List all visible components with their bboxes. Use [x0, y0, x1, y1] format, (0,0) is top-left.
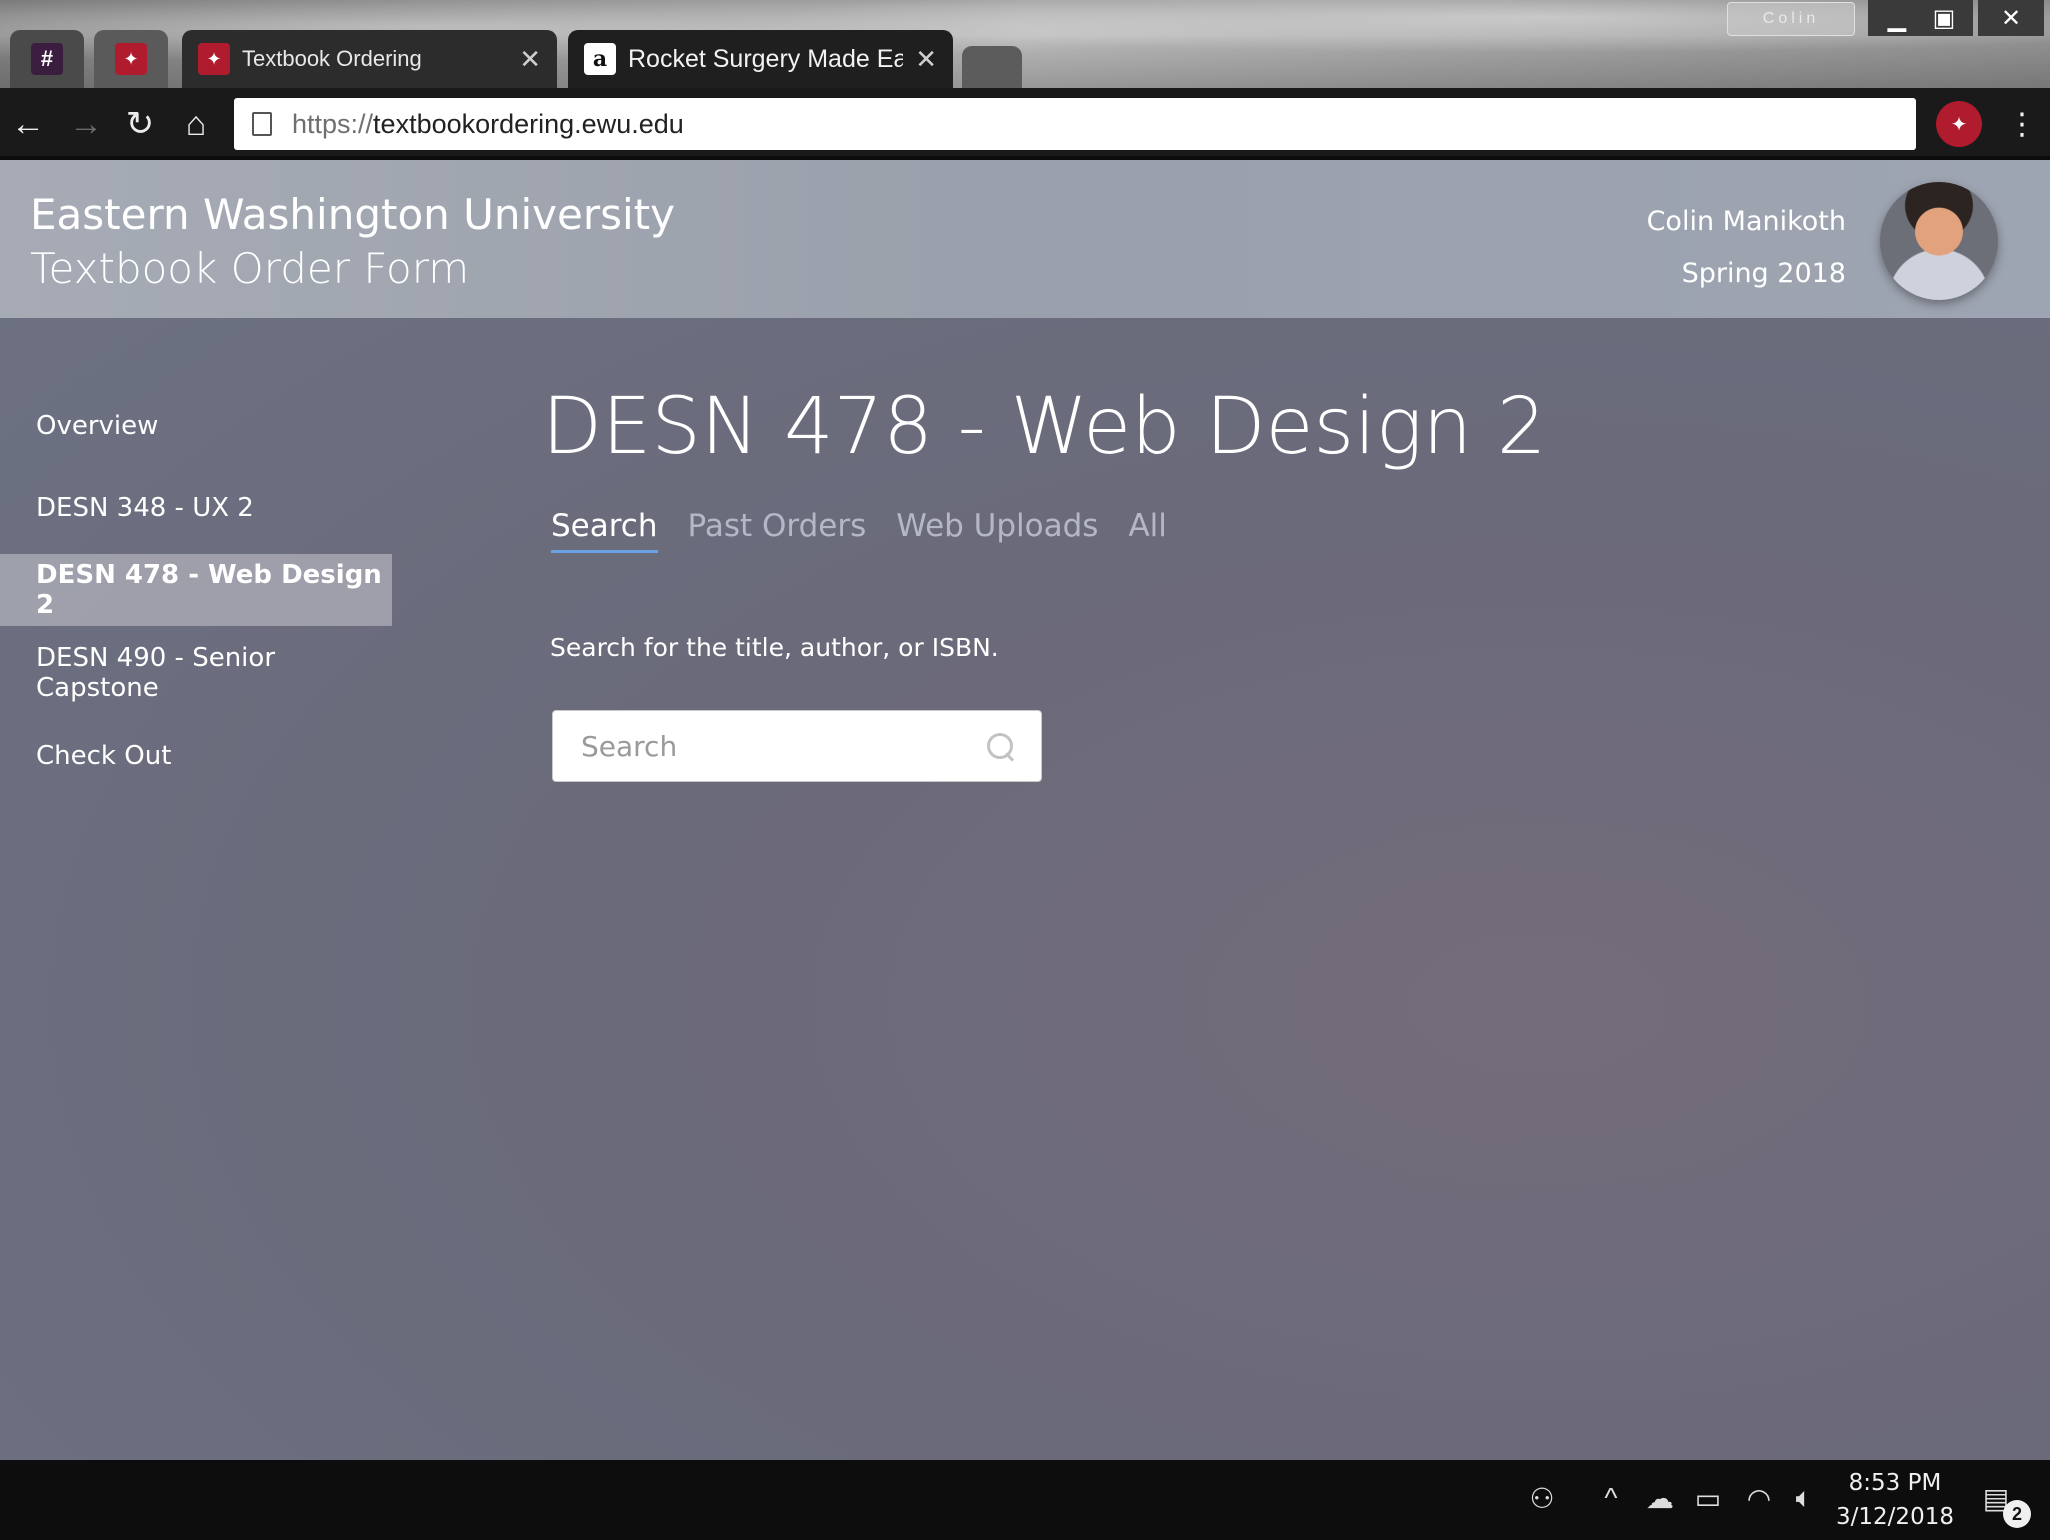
home-icon[interactable]: ⌂	[174, 102, 218, 146]
tab-past-orders[interactable]: Past Orders	[688, 508, 867, 553]
sidebar-item-check-out[interactable]: Check Out	[0, 720, 392, 792]
tab-search[interactable]: Search	[551, 508, 658, 553]
ewu-eagle-icon: ✦	[115, 43, 147, 75]
tab-close-icon[interactable]: ✕	[519, 44, 541, 75]
notification-count-badge: 2	[2003, 1500, 2031, 1528]
address-bar[interactable]: https:// textbookordering.ewu.edu	[234, 98, 1916, 150]
term-label: Spring 2018	[1681, 258, 1846, 289]
amazon-icon: a	[584, 43, 616, 75]
tab-web-uploads[interactable]: Web Uploads	[896, 508, 1098, 553]
url-scheme: https://	[292, 108, 374, 139]
people-icon[interactable]: ⚇	[1522, 1478, 1562, 1518]
maximize-icon[interactable]: ▣	[1915, 0, 1973, 36]
tab-textbook-ordering[interactable]: ✦ Textbook Ordering ✕	[182, 30, 557, 88]
site-header: Eastern Washington University Textbook O…	[0, 160, 2050, 318]
url-host: textbookordering.ewu.edu	[373, 108, 684, 139]
page-content: Eastern Washington University Textbook O…	[0, 160, 2050, 1460]
page-title: DESN 478 - Web Design 2	[542, 382, 1547, 472]
clock-date[interactable]: 3/12/2018	[1830, 1504, 1960, 1530]
form-title: Textbook Order Form	[30, 244, 470, 293]
tab-label: Textbook Ordering	[242, 46, 422, 71]
battery-icon[interactable]: ▭	[1690, 1478, 1726, 1518]
wifi-icon[interactable]: ◠	[1742, 1478, 1776, 1518]
sidebar-item-desn-490[interactable]: DESN 490 - Senior Capstone	[0, 637, 392, 709]
slack-icon: #	[31, 43, 63, 75]
browser-tabstrip: # ✦ ✦ Textbook Ordering ✕ a Rocket Surge…	[0, 0, 2050, 88]
sidebar-item-overview[interactable]: Overview	[0, 390, 392, 462]
tab-rocket-surgery[interactable]: a Rocket Surgery Made Ea ✕	[568, 30, 953, 88]
forward-arrow-icon[interactable]: →	[64, 102, 108, 146]
tab-label: Rocket Surgery Made Ea	[628, 44, 904, 73]
new-tab-button[interactable]	[962, 46, 1022, 88]
taskbar: ⚇ ^ ☁ ▭ ◠ 🔈︎ 8:53 PM 3/12/2018 ▤ 2	[0, 1460, 2050, 1540]
tab-close-icon[interactable]: ✕	[915, 44, 937, 75]
window-close-icon[interactable]: ✕	[1978, 0, 2044, 36]
chevron-up-icon[interactable]: ^	[1596, 1478, 1626, 1518]
browser-profile-chip[interactable]: Colin	[1727, 2, 1855, 36]
back-arrow-icon[interactable]: ←	[6, 102, 50, 146]
search-input[interactable]	[581, 729, 985, 763]
search-icon[interactable]	[985, 731, 1015, 761]
avatar[interactable]	[1880, 182, 1998, 300]
sidebar-item-desn-348[interactable]: DESN 348 - UX 2	[0, 472, 392, 544]
search-hint: Search for the title, author, or ISBN.	[550, 633, 999, 662]
tab-pinned-ewu[interactable]: ✦	[94, 30, 168, 88]
browser-toolbar: ← → ↻ ⌂ https:// textbookordering.ewu.ed…	[0, 88, 2050, 160]
onedrive-icon[interactable]: ☁	[1642, 1478, 1678, 1518]
search-box	[552, 710, 1042, 782]
clock-time[interactable]: 8:53 PM	[1840, 1470, 1950, 1496]
browser-menu-icon[interactable]: ⋮	[2007, 102, 2037, 146]
reload-icon[interactable]: ↻	[118, 102, 162, 146]
volume-icon[interactable]: 🔈︎	[1786, 1478, 1822, 1518]
user-name: Colin Manikoth	[1646, 206, 1846, 237]
content-tabs: Search Past Orders Web Uploads All	[551, 508, 1167, 553]
ewu-extension-icon[interactable]: ✦	[1936, 101, 1982, 147]
page-info-icon[interactable]	[252, 112, 272, 136]
ewu-eagle-icon: ✦	[198, 43, 230, 75]
tab-all[interactable]: All	[1128, 508, 1166, 553]
university-name: Eastern Washington University	[30, 190, 675, 239]
sidebar-item-desn-478[interactable]: DESN 478 - Web Design 2	[0, 554, 392, 626]
tab-pinned-slack[interactable]: #	[10, 30, 84, 88]
